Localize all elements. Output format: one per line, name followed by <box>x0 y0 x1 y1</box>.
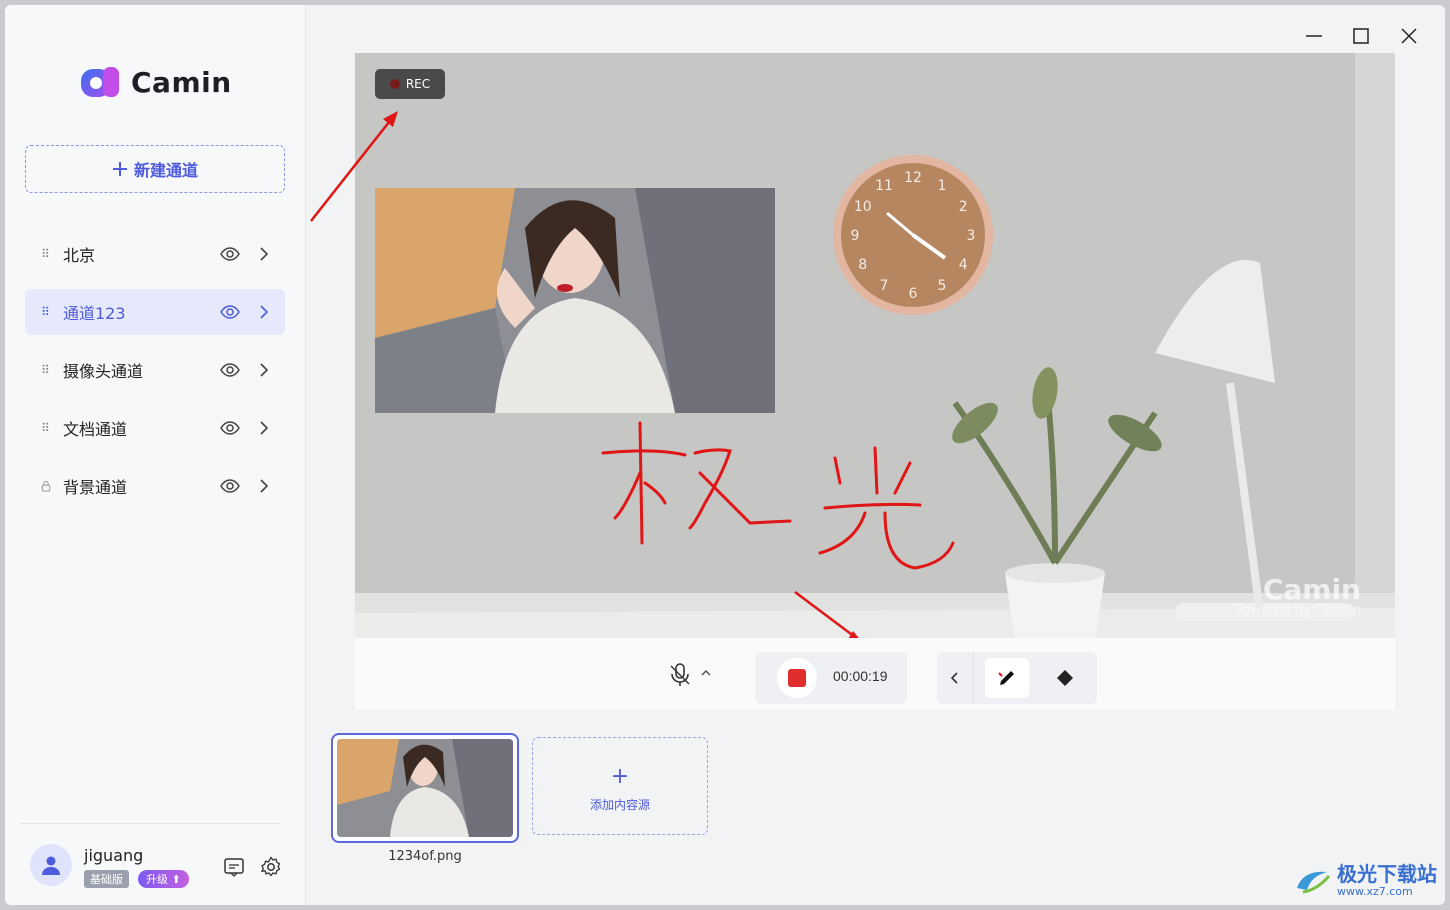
watermark-sub: Powered by ClassIn <box>1235 603 1361 618</box>
camin-logo-icon <box>81 65 121 99</box>
username: jiguang <box>84 846 144 865</box>
channel-label: 摄像头通道 <box>63 362 144 381</box>
channel-item-active[interactable]: ⠿ 通道123 <box>25 289 285 335</box>
clock-number: 11 <box>875 178 893 194</box>
clock-number: 5 <box>938 278 947 294</box>
add-source-button[interactable]: + 添加内容源 <box>532 737 708 835</box>
eye-icon[interactable] <box>219 359 241 381</box>
drag-handle-icon[interactable]: ⠿ <box>41 422 51 434</box>
rec-indicator: REC <box>375 69 445 99</box>
new-channel-label: 新建通道 <box>133 161 198 180</box>
maximize-icon[interactable] <box>1350 25 1372 47</box>
control-bar: 00:00:19 <box>355 638 1395 710</box>
clock-number: 8 <box>858 257 867 273</box>
app-logo: Camin <box>81 65 232 99</box>
site-name: 极光下载站 <box>1337 862 1437 886</box>
watermark: Camin <box>1262 573 1361 606</box>
channel-item-beijing[interactable]: ⠿ 北京 <box>25 231 285 277</box>
upgrade-label: 升级 <box>146 873 168 886</box>
clock-number: 3 <box>967 228 976 244</box>
site-url: www.xz7.com <box>1337 885 1413 898</box>
app-name: Camin <box>131 65 232 99</box>
channel-item-camera[interactable]: ⠿ 摄像头通道 <box>25 347 285 393</box>
clock-number: 9 <box>851 228 860 244</box>
eye-icon[interactable] <box>219 243 241 265</box>
channel-item-document[interactable]: ⠿ 文档通道 <box>25 405 285 451</box>
preview-canvas[interactable]: 12 1 2 3 4 5 6 7 8 9 10 11 REC Camin Powered by Cla… <box>355 53 1395 638</box>
drag-handle-icon[interactable]: ⠿ <box>41 306 51 318</box>
channel-item-background[interactable]: 背景通道 <box>25 463 285 509</box>
plan-badge: 基础版 <box>84 870 129 888</box>
sidebar: Camin 新建通道 ⠿ 北京 ⠿ 通道123 ⠿ 摄像头通道 ⠿ 文档通道 背… <box>5 5 306 905</box>
pen-tool-button[interactable] <box>985 658 1029 698</box>
app-window: Camin 新建通道 ⠿ 北京 ⠿ 通道123 ⠿ 摄像头通道 ⠿ 文档通道 背… <box>5 5 1445 905</box>
chevron-right-icon[interactable] <box>255 419 273 437</box>
lock-icon <box>41 480 51 492</box>
site-watermark: 极光下载站 www.xz7.com <box>1293 863 1437 898</box>
new-channel-button[interactable]: 新建通道 <box>25 145 285 193</box>
microphone-icon[interactable] <box>667 662 693 688</box>
recording-timer: 00:00:19 <box>833 668 888 684</box>
stop-recording-button[interactable] <box>777 658 817 698</box>
upgrade-button[interactable]: 升级 ⬆ <box>138 870 189 888</box>
chevron-right-icon[interactable] <box>255 303 273 321</box>
chevron-right-icon[interactable] <box>255 361 273 379</box>
plus-icon: + <box>610 764 630 789</box>
drawing-tools <box>937 652 1097 704</box>
chevron-right-icon[interactable] <box>255 477 273 495</box>
channel-label: 文档通道 <box>63 420 128 439</box>
eye-icon[interactable] <box>219 417 241 439</box>
avatar[interactable] <box>30 844 72 886</box>
drag-handle-icon[interactable]: ⠿ <box>41 364 51 376</box>
site-logo-icon <box>1297 871 1331 893</box>
channel-label: 通道123 <box>63 304 126 323</box>
clock-number: 6 <box>909 286 918 302</box>
clock-number: 1 <box>938 178 947 194</box>
recording-panel: 00:00:19 <box>755 652 907 704</box>
source-image-preview[interactable] <box>375 188 775 413</box>
clock-number: 7 <box>880 278 889 294</box>
clock-number: 4 <box>959 257 968 273</box>
eye-icon[interactable] <box>219 301 241 323</box>
pen-icon <box>998 671 1014 685</box>
chevron-right-icon[interactable] <box>255 245 273 263</box>
plus-icon <box>112 162 127 176</box>
clock-number: 2 <box>959 199 968 215</box>
minimize-icon[interactable] <box>1303 25 1325 47</box>
clock-number: 10 <box>854 199 872 215</box>
source-thumbnail-image <box>337 739 513 837</box>
rec-label: REC <box>405 77 431 91</box>
channel-label: 背景通道 <box>63 478 128 497</box>
gear-icon[interactable] <box>260 856 282 878</box>
message-icon[interactable] <box>223 856 245 878</box>
channel-list: ⠿ 北京 ⠿ 通道123 ⠿ 摄像头通道 ⠿ 文档通道 背景通道 <box>25 231 285 521</box>
close-icon[interactable] <box>1398 25 1420 47</box>
add-source-label: 添加内容源 <box>589 798 650 812</box>
user-panel: jiguang 基础版 升级 ⬆ <box>20 823 282 905</box>
source-thumbnail[interactable] <box>331 733 519 843</box>
user-icon <box>42 856 60 875</box>
drag-handle-icon[interactable]: ⠿ <box>41 248 51 260</box>
eye-icon[interactable] <box>219 475 241 497</box>
chevron-up-icon[interactable] <box>699 666 713 680</box>
chevron-left-icon <box>950 672 958 684</box>
rec-dot-icon <box>389 79 400 89</box>
channel-label: 北京 <box>63 246 96 265</box>
eraser-icon <box>1057 670 1073 686</box>
clock-number: 12 <box>904 170 922 186</box>
eraser-tool-button[interactable] <box>1043 658 1087 698</box>
stop-icon <box>788 669 806 687</box>
collapse-tools-button[interactable] <box>937 652 974 704</box>
source-file-name: 1234of.png <box>388 849 462 864</box>
